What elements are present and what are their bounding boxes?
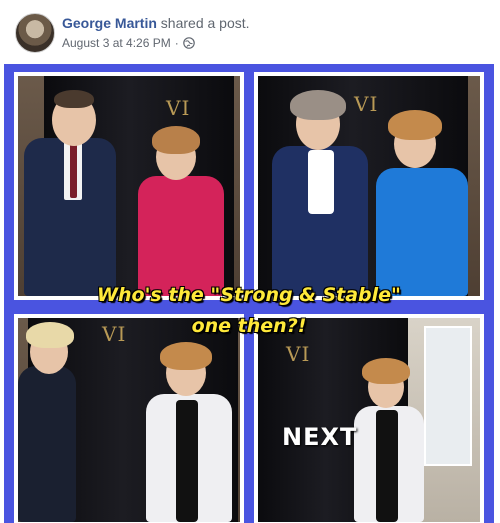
door-numeral: VI [354, 92, 379, 116]
post-meta: August 3 at 4:26 PM · [62, 36, 195, 50]
post-timestamp[interactable]: August 3 at 4:26 PM [62, 36, 171, 50]
shared-image[interactable]: VI VI VI VI Who's the "Strong & Stable" … [4, 64, 494, 523]
author-name-link[interactable]: George Martin [62, 15, 157, 31]
shared-action-text: shared a post. [160, 15, 250, 31]
author-line: George Martin shared a post. [62, 15, 250, 31]
post-header: George Martin shared a post. August 3 at… [0, 0, 500, 64]
shared-post: George Martin shared a post. August 3 at… [0, 0, 500, 523]
globe-icon[interactable] [182, 37, 195, 49]
photo-panel-4: VI [254, 314, 484, 523]
photo-panel-1: VI [14, 72, 244, 300]
door-numeral: VI [286, 342, 311, 366]
photo-panel-3: VI [14, 314, 244, 523]
next-label: NEXT [282, 423, 358, 451]
door-numeral: VI [166, 96, 191, 120]
author-avatar[interactable] [15, 13, 55, 53]
meta-separator: · [174, 36, 179, 50]
photo-panel-2: VI [254, 72, 484, 300]
meme-caption-line-1: Who's the "Strong & Stable" [97, 284, 401, 306]
meme-caption-line-2: one then?! [191, 315, 307, 337]
